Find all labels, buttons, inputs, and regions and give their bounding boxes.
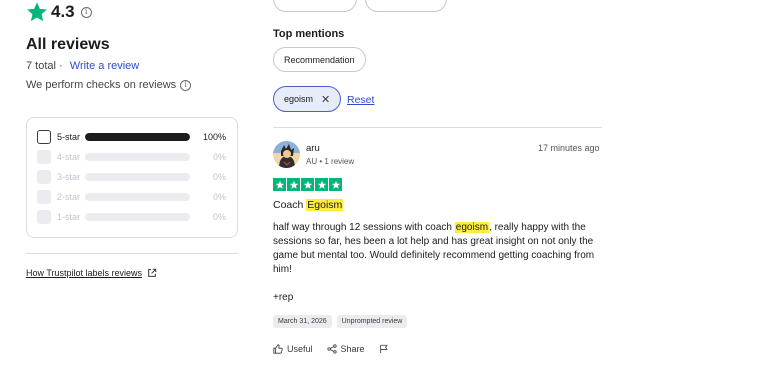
labels-link[interactable]: How Trustpilot labels reviews <box>26 268 157 278</box>
active-filter-chip[interactable]: egoism ✕ <box>273 86 342 112</box>
review-tags: March 31, 2026 Unprompted review <box>273 315 408 328</box>
distribution-bar <box>85 193 190 201</box>
sort-button[interactable] <box>365 0 447 12</box>
star-icon <box>273 178 286 191</box>
distribution-row: 4-star 0% <box>37 150 229 164</box>
review-actions: Useful Share <box>273 344 407 354</box>
review-title-highlight: Egoism <box>306 199 344 211</box>
distribution-row[interactable]: 5-star 100% <box>37 130 229 144</box>
distribution-label: 5-star <box>57 132 81 142</box>
checkbox[interactable] <box>37 130 51 144</box>
review-stars <box>273 178 342 191</box>
checks-text: We perform checks on reviews <box>26 79 177 91</box>
external-link-icon <box>148 268 157 277</box>
rating-value: 4.3 <box>51 2 75 21</box>
share-button[interactable]: Share <box>326 344 365 354</box>
reset-link[interactable]: Reset <box>347 94 374 106</box>
more-filters-button[interactable] <box>273 0 357 12</box>
distribution-percent: 0% <box>212 212 226 222</box>
close-icon[interactable]: ✕ <box>321 93 330 106</box>
info-icon[interactable]: i <box>180 79 192 91</box>
review-extra: +rep <box>273 292 294 303</box>
distribution-percent: 100% <box>202 132 226 142</box>
date-tag: March 31, 2026 <box>273 315 332 328</box>
share-icon <box>326 344 337 354</box>
review-body: half way through 12 sessions with coach … <box>273 221 605 277</box>
star-icon <box>315 178 328 191</box>
checkbox <box>37 150 51 164</box>
total-line: 7 total · Write a review <box>26 60 140 72</box>
rating-summary: 4.3 i <box>26 0 92 24</box>
checkbox <box>37 170 51 184</box>
distribution-label: 2-star <box>57 192 81 202</box>
flag-icon <box>379 344 388 354</box>
labels-link-text: How Trustpilot labels reviews <box>26 268 143 278</box>
review-body-highlight: egoism <box>454 222 490 233</box>
checks-line: We perform checks on reviews i <box>26 79 192 91</box>
review-title[interactable]: Coach Egoism <box>273 199 344 211</box>
star-distribution: 5-star 100% 4-star 0% 3-star 0% 2-star 0% 1-star… <box>26 117 238 238</box>
distribution-label: 1-star <box>57 212 81 222</box>
reviewer-name[interactable]: aru <box>306 143 320 154</box>
star-icon <box>329 178 342 191</box>
write-review-link[interactable]: Write a review <box>70 60 139 72</box>
info-icon[interactable]: i <box>80 6 92 18</box>
useful-label: Useful <box>287 344 313 354</box>
distribution-percent: 0% <box>212 172 226 182</box>
distribution-row: 3-star 0% <box>37 170 229 184</box>
avatar[interactable] <box>273 141 300 168</box>
active-filter-label: egoism <box>284 94 314 104</box>
total-count: 7 total <box>26 60 56 72</box>
distribution-row: 2-star 0% <box>37 190 229 204</box>
distribution-bar-fill <box>85 133 190 141</box>
distribution-percent: 0% <box>212 192 226 202</box>
report-button[interactable] <box>379 344 393 354</box>
distribution-percent: 0% <box>212 152 226 162</box>
distribution-bar <box>85 133 190 141</box>
distribution-bar <box>85 173 190 181</box>
top-filter-pills <box>273 0 447 12</box>
reviewer-meta: AU • 1 review <box>306 157 355 166</box>
distribution-label: 4-star <box>57 152 81 162</box>
thumbs-up-icon <box>273 344 283 354</box>
divider <box>26 253 238 254</box>
distribution-row: 1-star 0% <box>37 210 229 224</box>
star-icon <box>287 178 300 191</box>
checkbox <box>37 190 51 204</box>
review-body-part1: half way through 12 sessions with coach <box>273 222 455 233</box>
all-reviews-heading: All reviews <box>26 36 110 53</box>
divider <box>273 127 602 128</box>
useful-button[interactable]: Useful <box>273 344 313 354</box>
star-icon <box>27 2 47 22</box>
share-label: Share <box>340 344 365 354</box>
top-mentions-title: Top mentions <box>273 28 345 40</box>
star-icon <box>301 178 314 191</box>
distribution-bar <box>85 213 190 221</box>
review-time: 17 minutes ago <box>538 143 600 153</box>
mention-recommendation[interactable]: Recommendation <box>273 47 366 72</box>
review-type-tag[interactable]: Unprompted review <box>336 315 408 328</box>
distribution-bar <box>85 153 190 161</box>
distribution-label: 3-star <box>57 172 81 182</box>
checkbox <box>37 210 51 224</box>
review-title-prefix: Coach <box>273 199 307 211</box>
